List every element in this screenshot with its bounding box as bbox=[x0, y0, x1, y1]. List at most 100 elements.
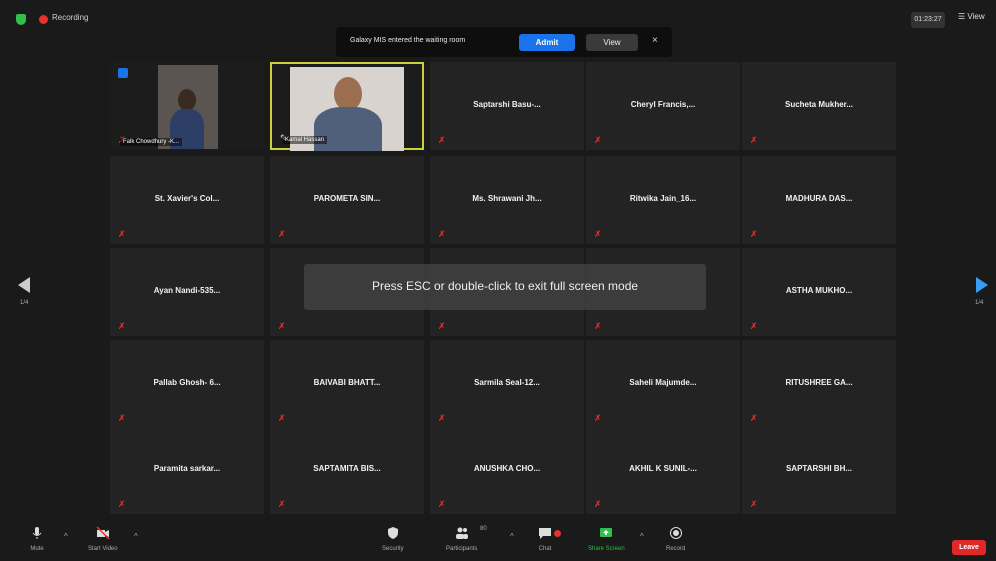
participant-tile[interactable]: ANUSHKA CHO... ✗ bbox=[430, 426, 584, 514]
participants-chevron-icon[interactable]: ^ bbox=[510, 532, 514, 541]
participants-label: Participants bbox=[446, 546, 478, 552]
mute-label: Mute bbox=[30, 546, 44, 552]
muted-mic-icon: ✗ bbox=[118, 321, 126, 331]
security-button[interactable]: Security bbox=[382, 526, 404, 552]
participant-tile[interactable]: Ms. Shrawani Jh... ✗ bbox=[430, 156, 584, 244]
participant-name: SAPTARSHI BH... bbox=[785, 464, 853, 473]
participant-name: Saheli Majumde... bbox=[629, 378, 697, 387]
participant-name: PAROMETA SIN... bbox=[313, 194, 381, 203]
muted-mic-icon: ✗ bbox=[118, 413, 126, 423]
participant-name: Falk Chowdhury -K... bbox=[120, 138, 183, 146]
participant-name: ANUSHKA CHO... bbox=[473, 464, 541, 473]
share-options-chevron-icon[interactable]: ^ bbox=[640, 532, 644, 541]
fullscreen-toast: Press ESC or double-click to exit full s… bbox=[304, 264, 706, 310]
share-screen-icon bbox=[600, 528, 613, 537]
video-tile[interactable]: ✗ Falk Chowdhury -K... bbox=[110, 62, 264, 150]
participant-tile[interactable]: AKHIL K SUNIL-... ✗ bbox=[586, 426, 740, 514]
notification-text: Galaxy MIS entered the waiting room bbox=[350, 37, 466, 44]
muted-mic-icon: ✗ bbox=[594, 321, 602, 331]
participants-icon bbox=[455, 527, 468, 539]
participant-tile[interactable]: MADHURA DAS... ✗ bbox=[742, 156, 896, 244]
page-indicator-right: 1/4 bbox=[975, 300, 984, 306]
participant-name: Sucheta Mukher... bbox=[784, 100, 854, 109]
view-button[interactable]: ☰ View bbox=[958, 12, 985, 21]
participant-name: Paramita sarkar... bbox=[153, 464, 221, 473]
participant-tile[interactable]: RITUSHREE GA... ✗ bbox=[742, 340, 896, 428]
participant-tile[interactable]: SAPTAMITA BIS... ✗ bbox=[270, 426, 424, 514]
meeting-toolbar: Mute ^ Start Video ^ Security Participan… bbox=[0, 520, 996, 561]
chat-button[interactable]: Chat bbox=[538, 526, 552, 552]
video-tile-active-speaker[interactable]: ✎ Kamal Hassan bbox=[270, 62, 424, 151]
toast-text: Press ESC or double-click to exit full s… bbox=[371, 279, 639, 293]
record-label: Record bbox=[666, 546, 686, 552]
participant-tile[interactable]: PAROMETA SIN... ✗ bbox=[270, 156, 424, 244]
participant-name: MADHURA DAS... bbox=[785, 194, 853, 203]
pin-icon[interactable] bbox=[118, 68, 128, 78]
participant-name: ASTHA MUKHO... bbox=[785, 286, 853, 295]
meeting-timer: 01:23:27 bbox=[911, 12, 945, 28]
participant-tile[interactable]: ASTHA MUKHO... ✗ bbox=[742, 248, 896, 336]
grid-view-icon: ☰ bbox=[958, 12, 966, 21]
start-video-label: Start Video bbox=[88, 546, 118, 552]
muted-mic-icon: ✗ bbox=[750, 135, 758, 145]
mute-button[interactable]: Mute bbox=[30, 526, 44, 552]
participant-name: Ritwika Jain_16... bbox=[629, 194, 697, 203]
participant-tile[interactable]: Saptarshi Basu-... ✗ bbox=[430, 62, 584, 150]
participant-tile[interactable]: BAIVABI BHATT... ✗ bbox=[270, 340, 424, 428]
muted-mic-icon: ✗ bbox=[438, 229, 446, 239]
previous-page-arrow-icon[interactable] bbox=[18, 277, 30, 293]
chat-label: Chat bbox=[538, 546, 552, 552]
participant-tile[interactable]: Sucheta Mukher... ✗ bbox=[742, 62, 896, 150]
recording-icon bbox=[39, 15, 48, 24]
participant-name: Saptarshi Basu-... bbox=[473, 100, 541, 109]
muted-mic-icon: ✗ bbox=[594, 229, 602, 239]
muted-mic-icon: ✗ bbox=[594, 413, 602, 423]
chat-notification-badge bbox=[554, 530, 561, 537]
record-button[interactable]: Record bbox=[666, 526, 685, 552]
muted-mic-icon: ✗ bbox=[750, 413, 758, 423]
view-button-label: View bbox=[967, 12, 985, 21]
participant-name: Ayan Nandi-535... bbox=[153, 286, 221, 295]
participant-tile[interactable]: Ayan Nandi-535... ✗ bbox=[110, 248, 264, 336]
participant-tile[interactable]: Pallab Ghosh- 6... ✗ bbox=[110, 340, 264, 428]
muted-mic-icon: ✗ bbox=[278, 229, 286, 239]
leave-meeting-button[interactable]: Leave bbox=[952, 540, 986, 555]
record-icon bbox=[669, 527, 682, 539]
admit-button[interactable]: Admit bbox=[519, 34, 575, 51]
waiting-room-notification: Galaxy MIS entered the waiting room Admi… bbox=[336, 27, 672, 57]
participants-button[interactable]: Participants bbox=[446, 526, 477, 552]
participant-tile[interactable]: SAPTARSHI BH... ✗ bbox=[742, 426, 896, 514]
participant-name: St. Xavier's Col... bbox=[154, 194, 220, 203]
participant-tile[interactable]: Paramita sarkar... ✗ bbox=[110, 426, 264, 514]
participant-tile[interactable]: Cheryl Francis,... ✗ bbox=[586, 62, 740, 150]
audio-options-chevron-icon[interactable]: ^ bbox=[64, 532, 68, 541]
muted-mic-icon: ✗ bbox=[750, 229, 758, 239]
participants-count: 80 bbox=[480, 526, 487, 532]
microphone-icon bbox=[32, 527, 42, 539]
start-video-button[interactable]: Start Video bbox=[88, 526, 118, 552]
participant-tile[interactable]: Sarmila Seal-12... ✗ bbox=[430, 340, 584, 428]
muted-mic-icon: ✗ bbox=[278, 499, 286, 509]
muted-mic-icon: ✗ bbox=[438, 499, 446, 509]
page-indicator-left: 1/4 bbox=[20, 300, 29, 306]
video-options-chevron-icon[interactable]: ^ bbox=[134, 532, 138, 541]
security-label: Security bbox=[382, 546, 404, 552]
view-waiting-room-button[interactable]: View bbox=[586, 34, 638, 51]
muted-mic-icon: ✗ bbox=[750, 321, 758, 331]
participant-video bbox=[158, 65, 218, 149]
next-page-arrow-icon[interactable] bbox=[976, 277, 988, 293]
security-shield-icon[interactable] bbox=[16, 14, 26, 25]
video-off-icon bbox=[96, 526, 110, 540]
share-screen-button[interactable]: Share Screen bbox=[588, 526, 625, 552]
participant-tile[interactable]: Ritwika Jain_16... ✗ bbox=[586, 156, 740, 244]
muted-mic-icon: ✗ bbox=[438, 413, 446, 423]
participant-tile[interactable]: Saheli Majumde... ✗ bbox=[586, 340, 740, 428]
chat-icon bbox=[539, 528, 551, 539]
participant-name: SAPTAMITA BIS... bbox=[313, 464, 381, 473]
close-notification-icon[interactable]: × bbox=[652, 35, 658, 46]
muted-mic-icon: ✗ bbox=[118, 229, 126, 239]
muted-mic-icon: ✗ bbox=[438, 321, 446, 331]
recording-label: Recording bbox=[52, 13, 89, 22]
muted-mic-icon: ✗ bbox=[278, 321, 286, 331]
participant-tile[interactable]: St. Xavier's Col... ✗ bbox=[110, 156, 264, 244]
